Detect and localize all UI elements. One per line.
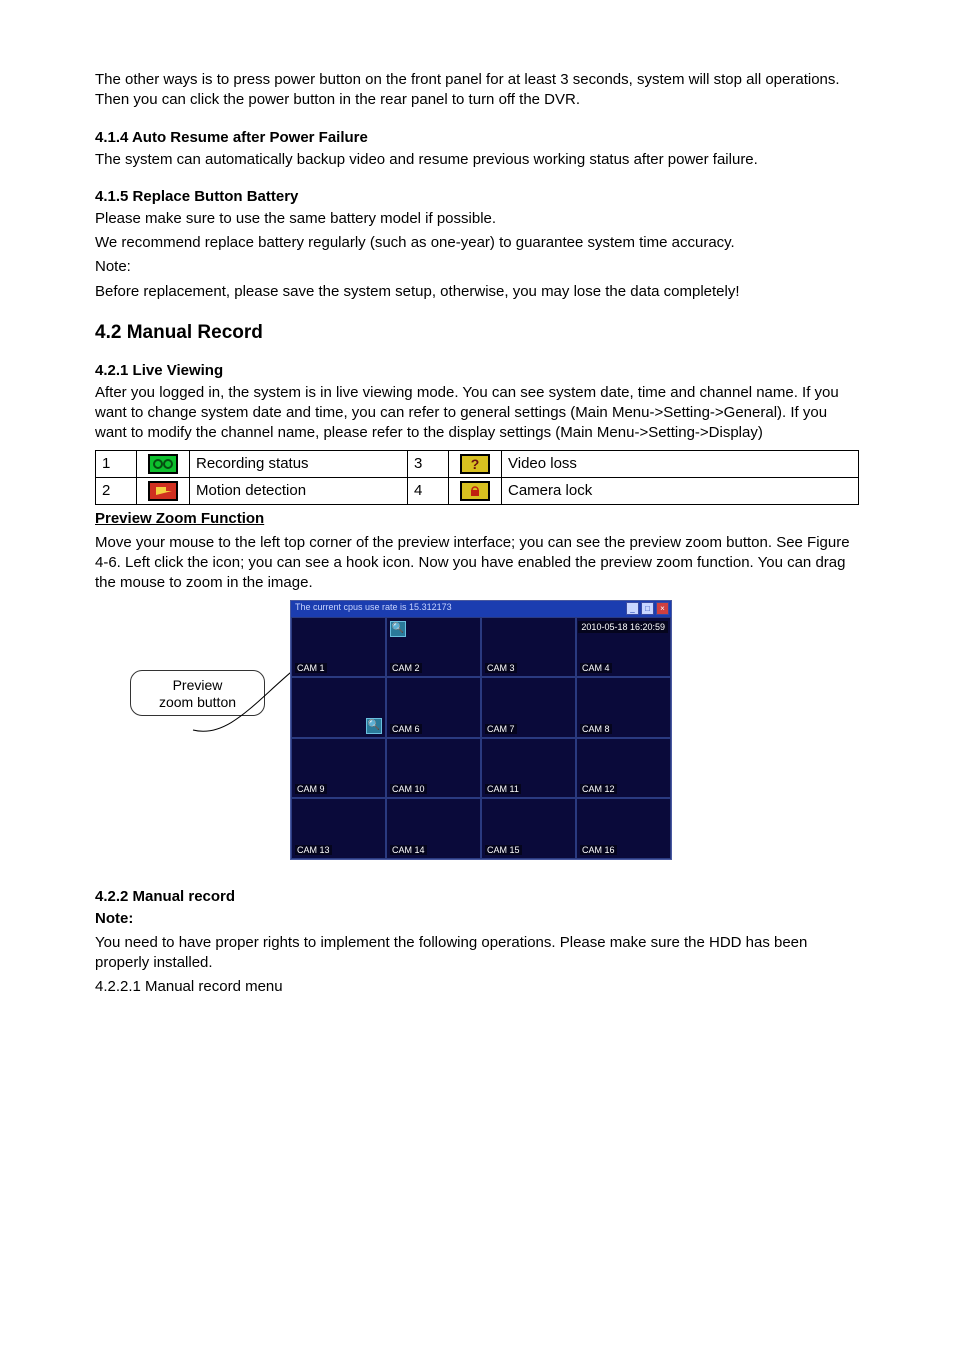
paragraph-text: We recommend replace battery regularly (… <box>95 233 859 253</box>
figure-4-6: Preview zoom button The current cpus use… <box>95 600 859 860</box>
heading-4-2: 4.2 Manual Record <box>95 322 859 344</box>
cam-cell-4[interactable]: CAM 4 <box>576 617 671 678</box>
paragraph-text: Move your mouse to the left top corner o… <box>95 533 859 594</box>
cam-cell-7[interactable]: CAM 7 <box>481 677 576 738</box>
paragraph-text: After you logged in, the system is in li… <box>95 383 859 444</box>
heading-4-1-5: 4.1.5 Replace Button Battery <box>95 188 859 205</box>
cam-cell-13[interactable]: CAM 13 <box>291 798 386 859</box>
camera-lock-icon <box>449 477 502 504</box>
heading-4-2-2-1: 4.2.2.1 Manual record menu <box>95 977 859 997</box>
video-loss-icon: ? <box>449 450 502 477</box>
zoom-icon[interactable]: 🔍 <box>390 621 406 637</box>
legend-table: 1 Recording status 3 ? Video loss <box>95 450 859 505</box>
legend-label: Camera lock <box>502 477 859 504</box>
cam-cell-16[interactable]: CAM 16 <box>576 798 671 859</box>
legend-num: 1 <box>96 450 137 477</box>
table-row: 1 Recording status 3 ? Video loss <box>96 450 859 477</box>
cam-cell-8[interactable]: CAM 8 <box>576 677 671 738</box>
heading-4-2-2: 4.2.2 Manual record <box>95 888 859 905</box>
zoom-cursor-icon[interactable]: 🔍 <box>366 718 382 734</box>
recording-status-icon <box>137 450 190 477</box>
paragraph-text: Before replacement, please save the syst… <box>95 282 859 302</box>
maximize-icon[interactable]: □ <box>641 602 654 615</box>
window-titlebar: The current cpus use rate is 15.312173 _… <box>291 601 671 617</box>
heading-4-1-4: 4.1.4 Auto Resume after Power Failure <box>95 129 859 146</box>
callout-line1: Preview <box>173 677 223 693</box>
paragraph-text: Note: <box>95 257 859 277</box>
cam-cell-3[interactable]: CAM 3 <box>481 617 576 678</box>
minimize-icon[interactable]: _ <box>626 602 639 615</box>
close-icon[interactable]: × <box>656 602 669 615</box>
camera-grid: CAM 1 🔍 CAM 2 CAM 3 CAM 4 🔍 CAM 6 CAM 7 … <box>291 617 671 859</box>
paragraph-text: The system can automatically backup vide… <box>95 150 859 170</box>
svg-text:?: ? <box>471 456 480 472</box>
cam-cell-6[interactable]: CAM 6 <box>386 677 481 738</box>
legend-label: Recording status <box>190 450 408 477</box>
cam-cell-14[interactable]: CAM 14 <box>386 798 481 859</box>
legend-num: 4 <box>408 477 449 504</box>
cam-cell-1[interactable]: CAM 1 <box>291 617 386 678</box>
note-label: Note: <box>95 909 859 929</box>
paragraph-text: You need to have proper rights to implem… <box>95 933 859 974</box>
legend-label: Video loss <box>502 450 859 477</box>
cam-cell-11[interactable]: CAM 11 <box>481 738 576 799</box>
paragraph-text: The other ways is to press power button … <box>95 70 859 111</box>
cam-cell-9[interactable]: CAM 9 <box>291 738 386 799</box>
cam-cell-5[interactable]: 🔍 <box>291 677 386 738</box>
cam-cell-2[interactable]: 🔍 CAM 2 <box>386 617 481 678</box>
preview-screenshot: The current cpus use rate is 15.312173 _… <box>290 600 672 860</box>
legend-num: 3 <box>408 450 449 477</box>
heading-4-2-1: 4.2.1 Live Viewing <box>95 362 859 379</box>
cam-cell-12[interactable]: CAM 12 <box>576 738 671 799</box>
table-row: 2 Motion detection 4 Camera lock <box>96 477 859 504</box>
titlebar-text: The current cpus use rate is 15.312173 <box>295 602 452 612</box>
legend-num: 2 <box>96 477 137 504</box>
paragraph-text: Please make sure to use the same battery… <box>95 209 859 229</box>
cam-cell-10[interactable]: CAM 10 <box>386 738 481 799</box>
cam-cell-15[interactable]: CAM 15 <box>481 798 576 859</box>
motion-detection-icon <box>137 477 190 504</box>
legend-label: Motion detection <box>190 477 408 504</box>
preview-zoom-heading: Preview Zoom Function <box>95 509 859 529</box>
